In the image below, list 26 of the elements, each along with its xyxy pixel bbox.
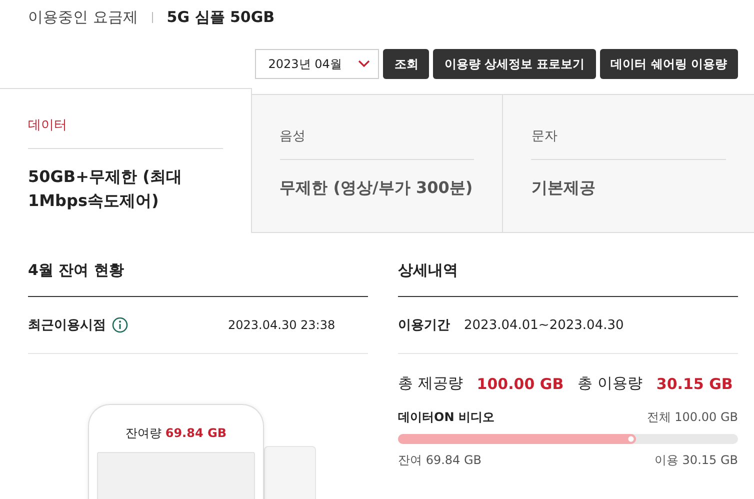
action-button[interactable]: 이용량 상세정보 표로보기 bbox=[433, 49, 596, 79]
total-provided-value: 100.00 GB bbox=[476, 374, 564, 392]
action-button[interactable]: 조회 bbox=[383, 49, 430, 79]
plan-name: 5G 심플 50GB bbox=[166, 8, 275, 27]
info-icon[interactable] bbox=[112, 317, 128, 333]
period-value: 2023.04.01~2023.04.30 bbox=[464, 318, 624, 332]
total-provided-label: 총 제공량 bbox=[398, 374, 463, 393]
meter-name: 데이터ON 비디오 bbox=[398, 409, 494, 426]
remaining-amount: 잔여량 69.84 GB bbox=[124, 425, 228, 442]
recent-use-label: 최근이용시점 bbox=[28, 317, 106, 334]
month-select[interactable]: 2023년 04월 bbox=[255, 49, 380, 79]
period-label: 이용기간 bbox=[398, 317, 450, 334]
total-used-label: 총 이용량 bbox=[578, 374, 642, 393]
section-title: 상세내역 bbox=[398, 233, 738, 297]
meter-total: 전체 100.00 GB bbox=[646, 409, 738, 426]
plan-tab[interactable]: 음성 무제한 (영상/부가 300분) bbox=[252, 94, 504, 233]
action-button[interactable]: 데이터 쉐어링 이용량 bbox=[600, 49, 738, 79]
plan-tab[interactable]: 데이터 50GB+무제한 (최대 1Mbps속도제어) bbox=[0, 88, 252, 233]
meter-used: 이용 30.15 GB bbox=[654, 452, 738, 469]
section-title: 4월 잔여 현황 bbox=[28, 233, 368, 297]
meter-remaining: 잔여 69.84 GB bbox=[398, 452, 482, 469]
chevron-down-icon bbox=[358, 60, 370, 68]
plan-label: 이용중인 요금제 bbox=[28, 8, 138, 27]
plan-tab[interactable]: 문자 기본제공 bbox=[503, 94, 754, 233]
total-used-value: 30.15 GB bbox=[656, 374, 733, 392]
recent-use-time: 2023.04.30 23:38 bbox=[228, 318, 336, 332]
